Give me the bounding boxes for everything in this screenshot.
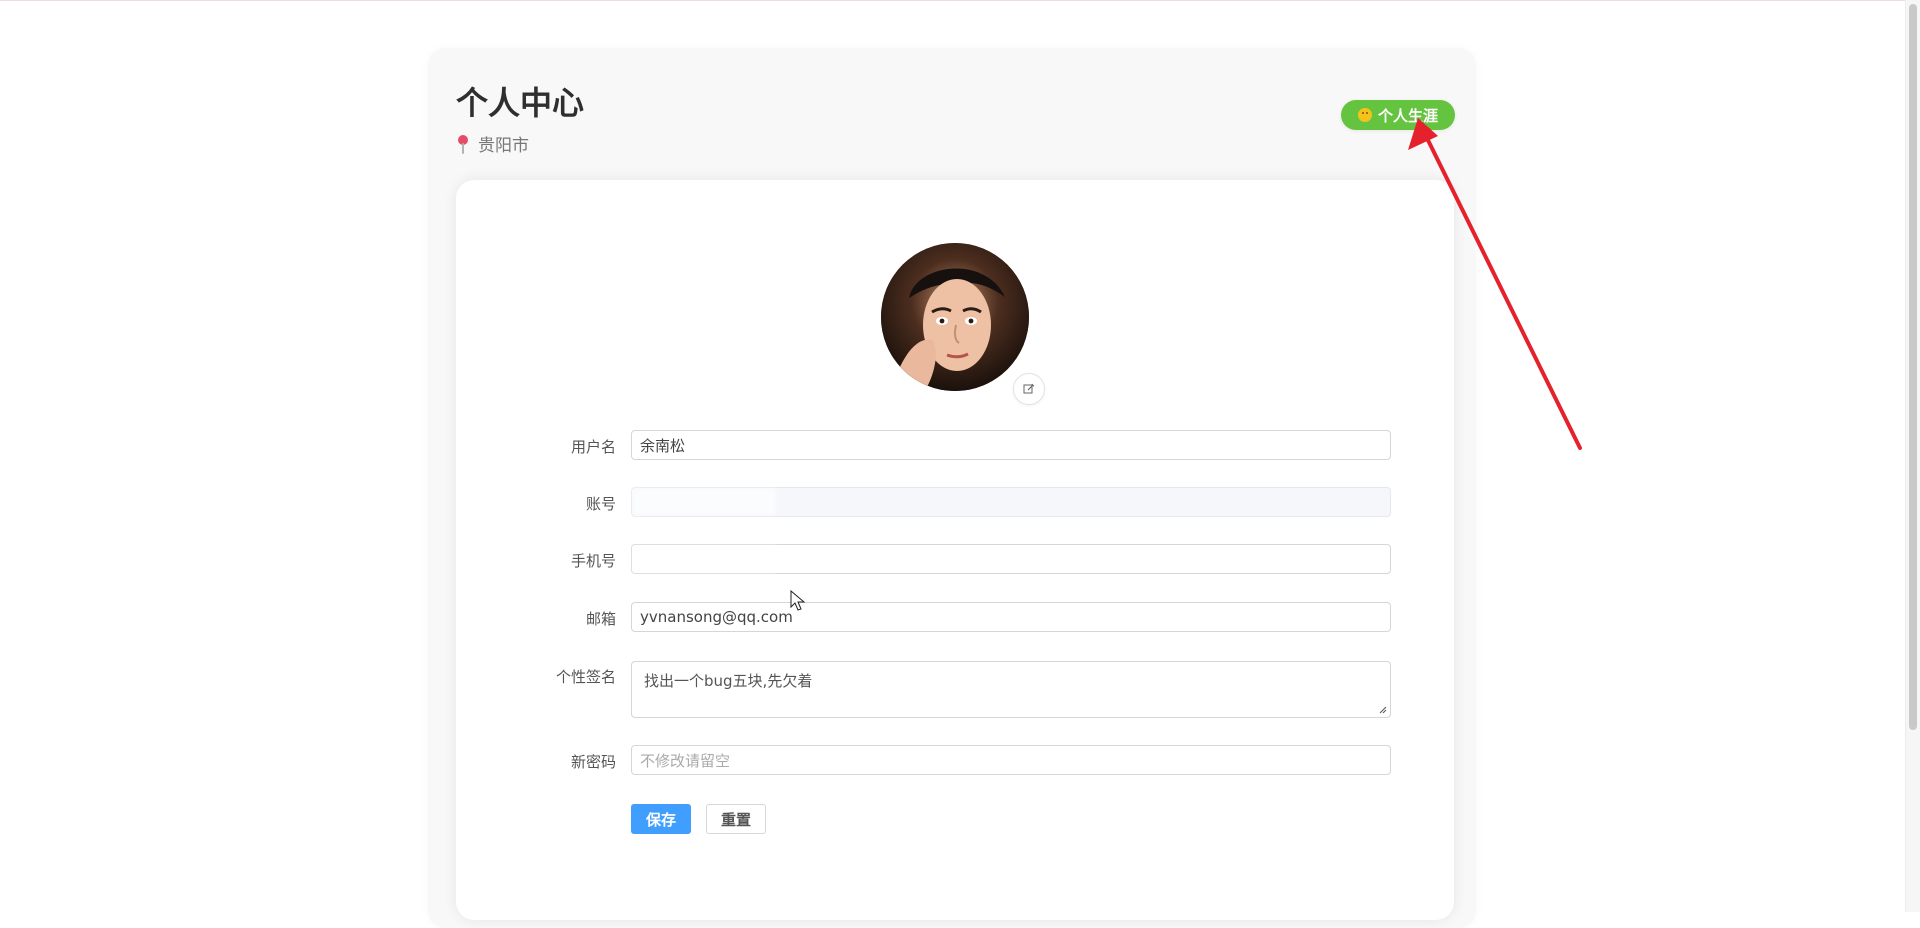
edit-avatar-button[interactable] [1013, 373, 1045, 405]
signature-label: 个性签名 [555, 668, 616, 686]
email-value: yvnansong@qq.com [640, 608, 793, 626]
annotation-arrow-icon [1408, 118, 1582, 450]
new-password-label: 新密码 [570, 753, 616, 771]
location-pin-icon [458, 134, 468, 154]
avatar-portrait-icon [881, 243, 1029, 391]
phone-label: 手机号 [570, 552, 616, 570]
edit-icon [1023, 383, 1035, 394]
reset-button[interactable]: 重置 [706, 804, 766, 834]
top-border [0, 0, 1920, 1]
account-label: 账号 [585, 495, 616, 513]
account-redaction [632, 488, 776, 516]
signature-textarea[interactable]: 找出一个bug五块,先欠着 [631, 661, 1391, 718]
signature-value: 找出一个bug五块,先欠着 [644, 672, 813, 690]
resize-handle-icon[interactable] [1378, 705, 1387, 714]
location-text: 贵阳市 [478, 136, 529, 156]
smiley-emoji-icon [1357, 108, 1372, 122]
page-title: 个人中心 [456, 84, 585, 122]
email-label: 邮箱 [585, 610, 616, 628]
username-value: 余南松 [640, 436, 686, 455]
save-button[interactable]: 保存 [631, 804, 691, 834]
mouse-cursor-icon [790, 590, 806, 611]
avatar[interactable] [881, 243, 1029, 391]
new-password-placeholder: 不修改请留空 [640, 751, 731, 770]
scrollbar-thumb[interactable] [1909, 4, 1917, 730]
username-input[interactable]: 余南松 [631, 430, 1391, 460]
vertical-scrollbar[interactable] [1905, 0, 1920, 912]
new-password-input[interactable]: 不修改请留空 [631, 745, 1391, 775]
location: 贵阳市 [456, 131, 529, 156]
phone-redaction [632, 545, 776, 573]
email-input[interactable]: yvnansong@qq.com [631, 602, 1391, 632]
username-label: 用户名 [570, 438, 616, 456]
